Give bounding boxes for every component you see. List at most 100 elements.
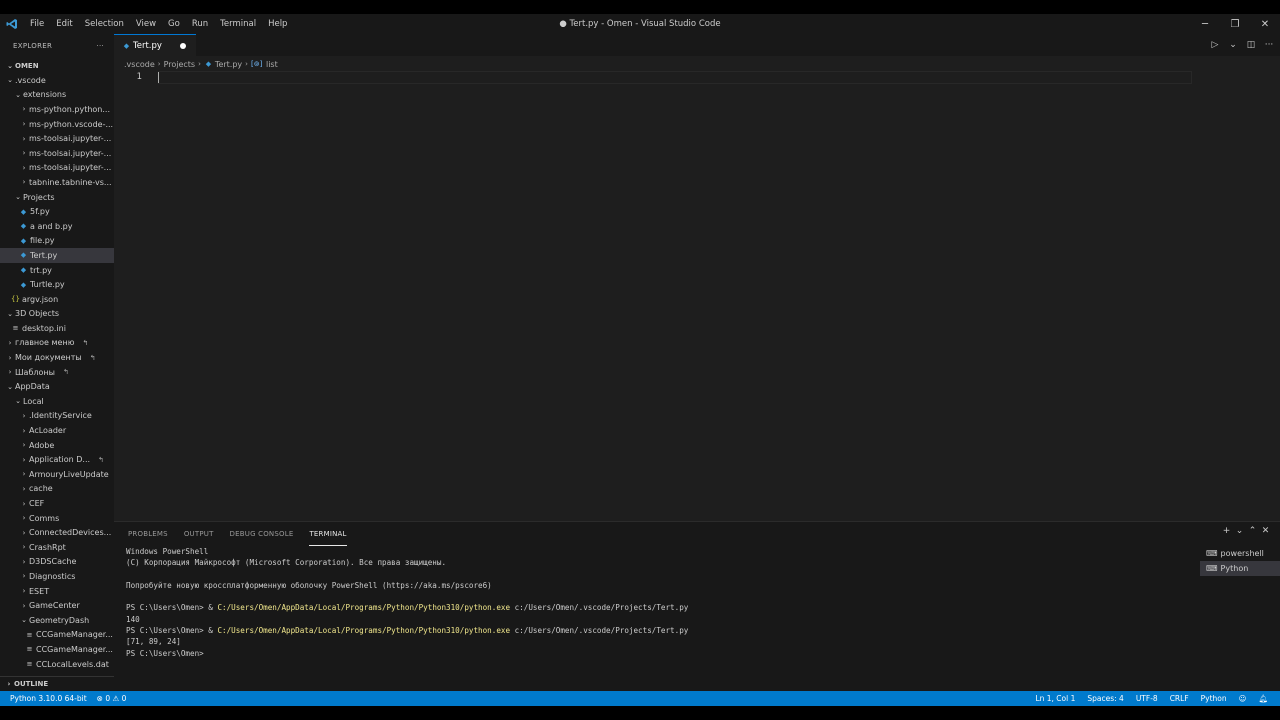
menu-run[interactable]: Run <box>186 14 214 34</box>
folder-item[interactable]: › Diagnostics <box>0 569 114 584</box>
tab-debug-console[interactable]: DEBUG CONSOLE <box>230 522 294 546</box>
minimize-icon[interactable]: ─ <box>1190 14 1220 34</box>
new-terminal-icon[interactable]: + <box>1220 526 1233 536</box>
run-icon[interactable]: ▷ <box>1208 40 1222 50</box>
language-mode[interactable]: Python <box>1201 694 1227 703</box>
folder-item[interactable]: › ms-toolsai.jupyter-... <box>0 131 114 146</box>
folder-item[interactable]: › Мои документы ↰ <box>0 350 114 365</box>
folder-item[interactable]: › CEF <box>0 496 114 511</box>
file-item[interactable]: ◆ 5f.py <box>0 204 114 219</box>
folder-item[interactable]: › ms-python.vscode-... <box>0 117 114 132</box>
terminal-dropdown-icon[interactable]: ⌄ <box>1233 526 1246 536</box>
terminal-line: PS C:\Users\Omen> & C:/Users/Omen/AppDat… <box>126 625 1196 636</box>
folder-item[interactable]: › ConnectedDevices... <box>0 525 114 540</box>
problems-count[interactable]: ⊗ 0 ⚠ 0 <box>97 694 127 703</box>
notifications-icon[interactable]: 🔔︎ <box>1258 694 1268 703</box>
tab-problems[interactable]: PROBLEMS <box>128 522 168 546</box>
folder-item[interactable]: › cache <box>0 482 114 497</box>
breadcrumb-projects[interactable]: Projects <box>164 60 196 69</box>
breadcrumb-vscode[interactable]: .vscode <box>124 60 155 69</box>
menu-help[interactable]: Help <box>262 14 293 34</box>
folder-item[interactable]: › главное меню ↰ <box>0 336 114 351</box>
close-panel-icon[interactable]: ✕ <box>1259 526 1272 536</box>
folder-item[interactable]: › Comms <box>0 511 114 526</box>
tree-item-label: trt.py <box>30 265 52 275</box>
terminal-instance-python[interactable]: ⌨ Python <box>1200 561 1280 576</box>
file-item[interactable]: ≡ CCLocalLevels.dat <box>0 657 114 672</box>
breadcrumb-file[interactable]: Tert.py <box>215 60 242 69</box>
folder-item[interactable]: ⌄ Local <box>0 394 114 409</box>
folder-item[interactable]: ⌄ extensions <box>0 88 114 103</box>
folder-item[interactable]: › ms-toolsai.jupyter-... <box>0 161 114 176</box>
folder-item[interactable]: › .IdentityService <box>0 409 114 424</box>
folder-item[interactable]: ⌄ AppData <box>0 379 114 394</box>
folder-item[interactable]: › tabnine.tabnine-vs... <box>0 175 114 190</box>
tree-item-label: ConnectedDevices... <box>29 528 112 538</box>
menu-selection[interactable]: Selection <box>79 14 130 34</box>
folder-item[interactable]: › Adobe <box>0 438 114 453</box>
file-item[interactable]: ≡ CCGameManager... <box>0 628 114 643</box>
tree-item-label: ms-toolsai.jupyter-... <box>29 134 112 144</box>
folder-item[interactable]: › CrashRpt <box>0 540 114 555</box>
folder-item[interactable]: › ms-toolsai.jupyter-... <box>0 146 114 161</box>
breadcrumb-symbol[interactable]: list <box>266 60 278 69</box>
folder-item[interactable]: › D3DSCache <box>0 555 114 570</box>
folder-item[interactable]: › Application D... ↰ <box>0 452 114 467</box>
line-ending[interactable]: CRLF <box>1170 694 1189 703</box>
file-item[interactable]: ◆ trt.py <box>0 263 114 278</box>
tab-tert-py[interactable]: ◆ Tert.py <box>114 34 196 56</box>
more-actions-icon[interactable]: ··· <box>96 42 104 50</box>
encoding[interactable]: UTF-8 <box>1136 694 1158 703</box>
maximize-panel-icon[interactable]: ⌃ <box>1246 526 1259 536</box>
chevron-right-icon: › <box>22 411 26 420</box>
folder-item[interactable]: › ArmouryLiveUpdate <box>0 467 114 482</box>
split-editor-icon[interactable]: ◫ <box>1244 40 1258 50</box>
file-item[interactable]: ≡ desktop.ini <box>0 321 114 336</box>
folder-item[interactable]: ⌄ GeometryDash <box>0 613 114 628</box>
tab-output[interactable]: OUTPUT <box>184 522 214 546</box>
workspace-root[interactable]: ⌄ OMEN <box>0 58 114 73</box>
file-item[interactable]: ◆ a and b.py <box>0 219 114 234</box>
run-dropdown-icon[interactable]: ⌄ <box>1226 40 1240 50</box>
folder-item[interactable]: › ms-python.python... <box>0 102 114 117</box>
file-item[interactable]: ◆ Turtle.py <box>0 277 114 292</box>
terminal-text: c:/Users/Omen/.vscode/Projects/Tert.py <box>510 626 689 636</box>
folder-item[interactable]: › ESET <box>0 584 114 599</box>
close-icon[interactable]: ✕ <box>1250 14 1280 34</box>
folder-item[interactable]: › GameCenter <box>0 598 114 613</box>
file-item[interactable]: ≡ CCGameManager... <box>0 642 114 657</box>
python-file-icon: ◆ <box>20 280 27 289</box>
outline-section[interactable]: › OUTLINE <box>0 676 114 691</box>
menu-view[interactable]: View <box>130 14 162 34</box>
terminal-line: (C) Корпорация Майкрософт (Microsoft Cor… <box>126 558 447 568</box>
folder-item[interactable]: › AcLoader <box>0 423 114 438</box>
menu-file[interactable]: File <box>24 14 50 34</box>
restore-icon[interactable]: ❐ <box>1220 14 1250 34</box>
folder-item[interactable]: ⌄ .vscode <box>0 73 114 88</box>
file-icon: ≡ <box>12 324 19 333</box>
terminal-instance-powershell[interactable]: ⌨ powershell <box>1200 546 1280 561</box>
file-item[interactable]: ◆ Tert.py <box>0 248 114 263</box>
feedback-icon[interactable]: ☺ <box>1239 694 1247 703</box>
file-item[interactable]: {} argv.json <box>0 292 114 307</box>
indentation[interactable]: Spaces: 4 <box>1087 694 1123 703</box>
terminal-output[interactable]: Windows PowerShell (C) Корпорация Майкрос… <box>126 546 1196 690</box>
python-interpreter[interactable]: Python 3.10.0 64-bit <box>10 694 87 703</box>
tree-item-label: 3D Objects <box>15 309 60 319</box>
code-editor[interactable]: 1 <box>114 71 1280 521</box>
terminal-line: [71, 89, 24] <box>126 637 181 647</box>
tree-item-label: ms-toolsai.jupyter-... <box>29 148 112 158</box>
menu-go[interactable]: Go <box>162 14 186 34</box>
menu-terminal[interactable]: Terminal <box>214 14 262 34</box>
folder-item[interactable]: › Шаблоны ↰ <box>0 365 114 380</box>
folder-item[interactable]: ⌄ 3D Objects <box>0 307 114 322</box>
chevron-right-icon: › <box>22 528 26 537</box>
more-actions-icon[interactable]: ··· <box>1262 40 1276 50</box>
file-item[interactable]: ◆ file.py <box>0 234 114 249</box>
tab-terminal[interactable]: TERMINAL <box>309 522 347 546</box>
unsaved-dot-icon[interactable] <box>180 43 186 49</box>
folder-item[interactable]: ⌄ Projects <box>0 190 114 205</box>
symlink-icon: ↰ <box>89 353 96 362</box>
cursor-position[interactable]: Ln 1, Col 1 <box>1035 694 1075 703</box>
menu-edit[interactable]: Edit <box>50 14 78 34</box>
